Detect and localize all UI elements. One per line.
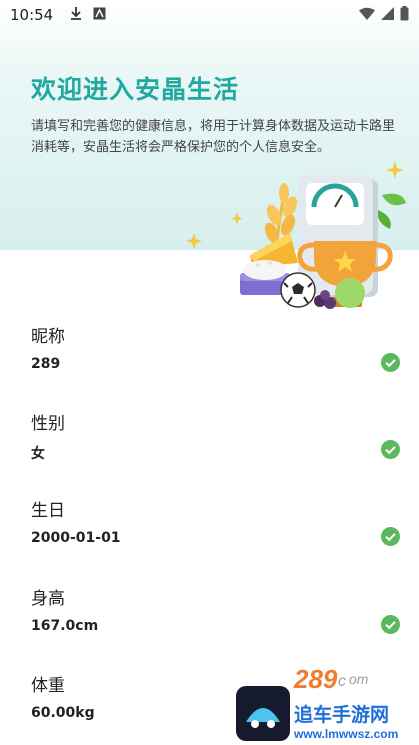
field-label: 性别 — [31, 414, 65, 434]
svg-text:289: 289 — [293, 664, 338, 694]
signal-icon — [381, 6, 394, 24]
download-icon — [69, 6, 83, 24]
field-value[interactable]: 289 — [31, 356, 60, 372]
svg-text:追车手游网: 追车手游网 — [294, 703, 389, 726]
field-value[interactable]: 2000-01-01 — [31, 530, 121, 546]
field-value[interactable]: 167.0cm — [31, 618, 98, 634]
check-circle-icon — [381, 353, 400, 372]
field-value[interactable]: 60.00kg — [31, 705, 95, 721]
wifi-icon — [359, 6, 375, 24]
status-bar: 10:54 — [0, 0, 419, 30]
health-illustration — [180, 155, 415, 315]
field-label: 昵称 — [31, 327, 65, 347]
field-gender[interactable]: 性别 女 — [31, 409, 401, 462]
sparkle-icon — [186, 233, 202, 249]
field-nickname[interactable]: 昵称 289 — [31, 322, 401, 372]
svg-text:c: c — [338, 673, 346, 690]
check-circle-icon — [381, 615, 400, 634]
svg-text:om: om — [349, 671, 369, 687]
field-height[interactable]: 身高 167.0cm — [31, 584, 401, 634]
page-description: 请填写和完善您的健康信息，将用于计算身体数据及运动卡路里消耗等，安晶生活将会严格… — [31, 119, 396, 155]
check-circle-icon — [381, 527, 400, 546]
check-circle-icon — [381, 440, 400, 459]
field-label: 身高 — [31, 589, 65, 609]
field-label: 生日 — [31, 501, 65, 521]
watermark-logo: 289 c om 追车手游网 www.lmwwsz.com — [236, 664, 419, 745]
svg-text:www.lmwwsz.com: www.lmwwsz.com — [293, 727, 398, 741]
status-time: 10:54 — [10, 6, 54, 24]
field-value[interactable]: 女 — [31, 443, 45, 463]
app-notification-icon — [93, 7, 106, 24]
page-title: 欢迎进入安晶生活 — [31, 75, 240, 104]
field-birthday[interactable]: 生日 2000-01-01 — [31, 496, 401, 546]
battery-icon — [400, 5, 409, 25]
